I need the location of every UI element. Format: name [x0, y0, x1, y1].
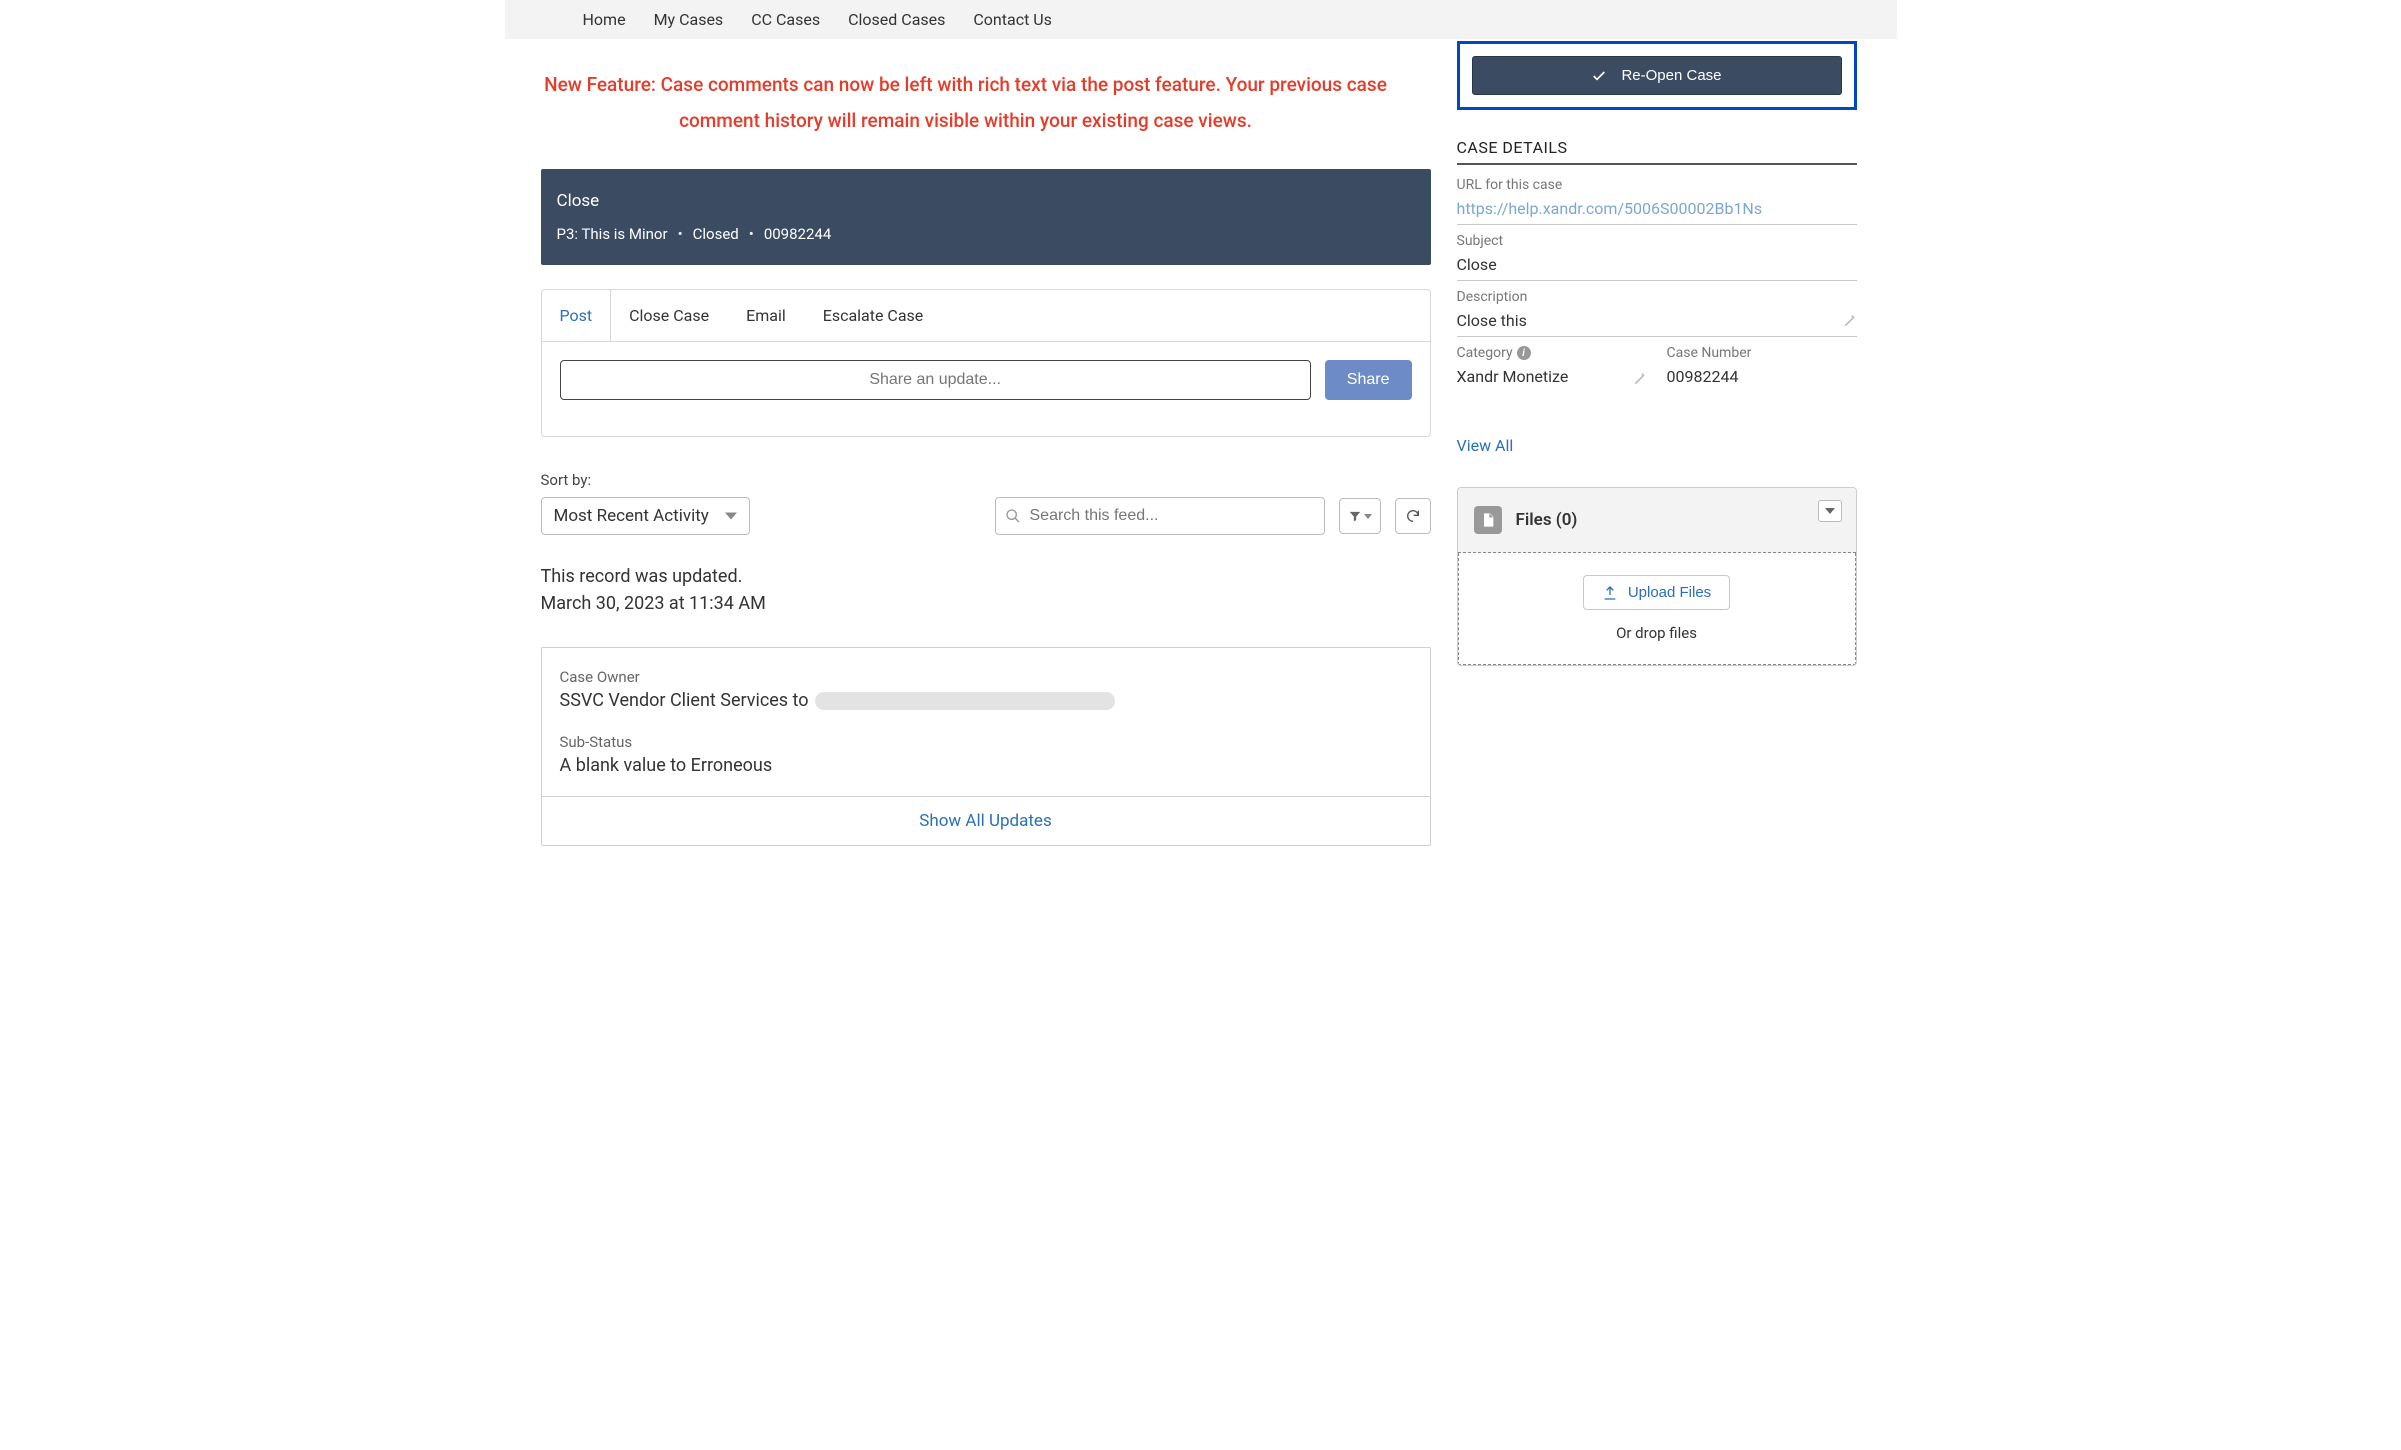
tab-email[interactable]: Email [728, 290, 805, 341]
url-label: URL for this case [1457, 177, 1857, 193]
drop-files-text: Or drop files [1481, 624, 1833, 642]
search-icon [1005, 508, 1021, 524]
case-owner-value: SSVC Vendor Client Services to [560, 690, 809, 711]
category-value: Xandr Monetize [1457, 367, 1647, 386]
refresh-button[interactable] [1395, 498, 1431, 534]
case-details-heading: CASE DETAILS [1457, 138, 1857, 165]
view-all-link[interactable]: View All [1457, 436, 1514, 455]
chevron-down-icon [725, 513, 737, 520]
case-title: Close [557, 191, 1415, 211]
category-label: Category i [1457, 345, 1647, 361]
url-value[interactable]: https://help.xandr.com/5006S00002Bb1Ns [1457, 199, 1857, 218]
refresh-icon [1405, 508, 1421, 524]
case-number: 00982244 [764, 225, 831, 243]
sort-select[interactable]: Most Recent Activity [541, 497, 750, 535]
filter-button[interactable] [1339, 498, 1381, 534]
separator-dot: • [749, 225, 754, 243]
sort-by-label: Sort by: [541, 471, 1431, 489]
nav-closed-cases[interactable]: Closed Cases [848, 10, 945, 29]
case-number-label: Case Number [1667, 345, 1857, 361]
tab-close-case[interactable]: Close Case [611, 290, 728, 341]
nav-my-cases[interactable]: My Cases [654, 10, 724, 29]
description-label: Description [1457, 289, 1857, 305]
subject-label: Subject [1457, 233, 1857, 249]
sort-value: Most Recent Activity [554, 506, 709, 526]
nav-contact-us[interactable]: Contact Us [973, 10, 1052, 29]
redacted-block [815, 692, 1115, 710]
edit-icon[interactable] [1843, 314, 1857, 328]
info-icon[interactable]: i [1517, 346, 1531, 360]
filter-icon [1348, 509, 1362, 523]
top-nav: Home My Cases CC Cases Closed Cases Cont… [505, 0, 1897, 39]
share-update-input[interactable] [560, 360, 1311, 400]
tab-escalate-case[interactable]: Escalate Case [805, 290, 943, 341]
separator-dot: • [678, 225, 683, 243]
share-button[interactable]: Share [1325, 360, 1412, 400]
files-menu-button[interactable] [1818, 500, 1842, 522]
check-icon [1591, 68, 1607, 84]
feed-update-text: This record was updated. March 30, 2023 … [541, 563, 1431, 617]
feature-banner: New Feature: Case comments can now be le… [541, 39, 1431, 169]
reopen-highlight: Re-Open Case [1457, 41, 1857, 110]
files-dropzone[interactable]: Upload Files Or drop files [1458, 553, 1856, 665]
chevron-down-icon [1364, 514, 1372, 519]
edit-icon[interactable] [1633, 372, 1647, 386]
case-header: Close P3: This is Minor • Closed • 00982… [541, 169, 1431, 265]
case-status: Closed [693, 225, 739, 243]
case-number-value: 00982244 [1667, 367, 1857, 386]
search-feed-input[interactable] [995, 497, 1325, 535]
case-owner-label: Case Owner [560, 668, 1412, 686]
files-card: Files (0) Upload Files Or drop files [1457, 487, 1857, 666]
tab-bar: Post Close Case Email Escalate Case [542, 290, 1430, 342]
sub-status-value: A blank value to Erroneous [560, 755, 1412, 776]
chevron-down-icon [1825, 508, 1835, 514]
description-value: Close this [1457, 311, 1857, 330]
show-all-updates-link[interactable]: Show All Updates [542, 796, 1430, 845]
upload-files-button[interactable]: Upload Files [1583, 575, 1730, 610]
action-card: Post Close Case Email Escalate Case Shar… [541, 289, 1431, 437]
upload-label: Upload Files [1628, 584, 1711, 601]
update-card: Case Owner SSVC Vendor Client Services t… [541, 647, 1431, 846]
nav-cc-cases[interactable]: CC Cases [751, 10, 820, 29]
update-line-1: This record was updated. [541, 563, 1431, 590]
files-title: Files (0) [1516, 510, 1578, 530]
reopen-label: Re-Open Case [1621, 67, 1721, 84]
sub-status-label: Sub-Status [560, 733, 1412, 751]
files-icon [1474, 506, 1502, 534]
update-line-2: March 30, 2023 at 11:34 AM [541, 590, 1431, 617]
nav-home[interactable]: Home [583, 10, 626, 29]
reopen-case-button[interactable]: Re-Open Case [1472, 56, 1842, 95]
subject-value: Close [1457, 255, 1857, 274]
case-priority: P3: This is Minor [557, 225, 668, 243]
tab-post[interactable]: Post [542, 290, 612, 341]
upload-icon [1602, 585, 1618, 601]
